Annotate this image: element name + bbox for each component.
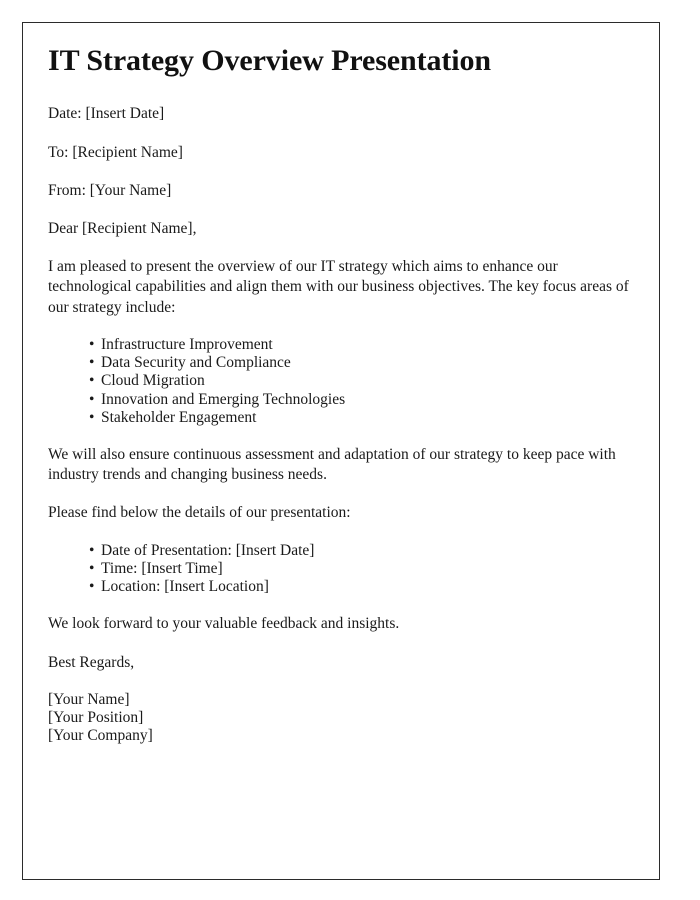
- closing-paragraph: We look forward to your valuable feedbac…: [48, 615, 400, 633]
- bullet-icon: •: [89, 372, 95, 390]
- bullet-icon: •: [89, 578, 95, 596]
- focus-areas-list: • Infrastructure Improvement • Data Secu…: [48, 336, 636, 427]
- meta-date-line: Date: [Insert Date]: [48, 105, 165, 123]
- list-item-label: Stakeholder Engagement: [101, 408, 257, 426]
- list-item: • Infrastructure Improvement: [89, 336, 636, 354]
- list-item: • Time: [Insert Time]: [89, 560, 636, 578]
- list-item-label: Cloud Migration: [101, 372, 205, 390]
- details-intro-paragraph: Please find below the details of our pre…: [48, 504, 351, 522]
- list-item: • Date of Presentation: [Insert Date]: [89, 542, 636, 560]
- list-item: • Stakeholder Engagement: [89, 409, 636, 427]
- signature-company: [Your Company]: [48, 727, 153, 745]
- list-item: • Cloud Migration: [89, 372, 636, 390]
- meta-to-line: To: [Recipient Name]: [48, 143, 183, 161]
- list-item-label: Date of Presentation: [Insert Date]: [101, 541, 315, 559]
- list-item: • Data Security and Compliance: [89, 354, 636, 372]
- assessment-paragraph: We will also ensure continuous assessmen…: [48, 446, 616, 484]
- list-item-label: Data Security and Compliance: [101, 353, 291, 371]
- list-item-label: Time: [Insert Time]: [101, 559, 223, 577]
- bullet-icon: •: [89, 559, 95, 577]
- signature-block: [Your Name] [Your Position] [Your Compan…: [48, 691, 636, 746]
- presentation-details-list: • Date of Presentation: [Insert Date] • …: [48, 542, 636, 597]
- intro-paragraph: I am pleased to present the overview of …: [48, 258, 629, 316]
- document-page: IT Strategy Overview Presentation Date: …: [22, 22, 660, 880]
- list-item: • Location: [Insert Location]: [89, 578, 636, 596]
- bullet-icon: •: [89, 335, 95, 353]
- page-title: IT Strategy Overview Presentation: [48, 44, 492, 77]
- list-item-label: Innovation and Emerging Technologies: [101, 390, 346, 408]
- bullet-icon: •: [89, 390, 95, 408]
- bullet-icon: •: [89, 353, 95, 371]
- sign-off: Best Regards,: [48, 653, 135, 671]
- list-item-label: Location: [Insert Location]: [101, 578, 269, 596]
- bullet-icon: •: [89, 541, 95, 559]
- bullet-icon: •: [89, 408, 95, 426]
- document-body: IT Strategy Overview Presentation Date: …: [48, 43, 636, 745]
- signature-position: [Your Position]: [48, 708, 144, 726]
- signature-name: [Your Name]: [48, 690, 130, 708]
- list-item: • Innovation and Emerging Technologies: [89, 391, 636, 409]
- list-item-label: Infrastructure Improvement: [101, 335, 273, 353]
- salutation: Dear [Recipient Name],: [48, 220, 197, 238]
- meta-from-line: From: [Your Name]: [48, 181, 172, 199]
